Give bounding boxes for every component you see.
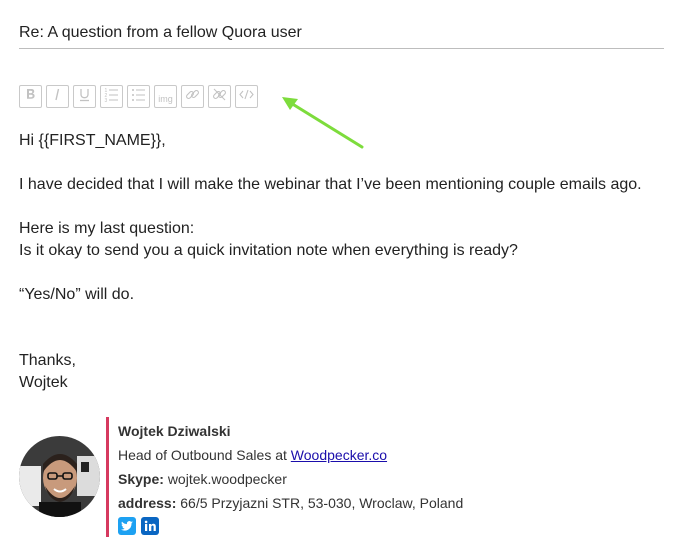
unordered-list-button[interactable] — [127, 85, 150, 108]
ordered-list-icon: 123 — [103, 86, 120, 108]
underline-button[interactable] — [73, 85, 96, 108]
linkedin-icon[interactable] — [141, 517, 159, 535]
closing: Thanks, — [19, 352, 76, 369]
bold-icon — [22, 86, 39, 108]
unlink-icon — [211, 86, 228, 108]
source-code-button[interactable] — [235, 85, 258, 108]
paragraph-3: “Yes/No” will do. — [19, 286, 135, 303]
unordered-list-icon — [130, 86, 147, 108]
greeting: Hi {{FIRST_NAME}}, — [19, 132, 166, 149]
link-icon — [184, 86, 201, 108]
italic-icon — [49, 86, 66, 108]
unlink-button[interactable] — [208, 85, 231, 108]
svg-text:3: 3 — [105, 98, 108, 103]
bold-button[interactable] — [19, 85, 42, 108]
sender-name: Wojtek — [19, 374, 68, 391]
underline-icon — [76, 86, 93, 108]
twitter-icon[interactable] — [118, 517, 136, 535]
signature-skype: Skype: wojtek.woodpecker — [118, 471, 287, 487]
avatar — [19, 436, 100, 517]
email-body[interactable]: Hi {{FIRST_NAME}}, I have decided that I… — [19, 130, 669, 394]
company-link[interactable]: Woodpecker.co — [291, 447, 387, 463]
paragraph-2-line-2: Is it okay to send you a quick invitatio… — [19, 242, 518, 259]
italic-button[interactable] — [46, 85, 69, 108]
paragraph-2-line-1: Here is my last question: — [19, 220, 195, 237]
editor-toolbar: 123 img — [19, 85, 258, 108]
signature-accent-bar — [106, 417, 109, 537]
signature-title: Head of Outbound Sales at Woodpecker.co — [118, 447, 388, 463]
image-button[interactable]: img — [154, 85, 177, 108]
social-links — [118, 517, 463, 535]
subject-field[interactable]: Re: A question from a fellow Quora user — [19, 22, 664, 49]
ordered-list-button[interactable]: 123 — [100, 85, 123, 108]
image-icon: img — [158, 93, 173, 104]
email-signature: Wojtek Dziwalski Head of Outbound Sales … — [118, 419, 463, 535]
code-icon — [238, 86, 255, 108]
link-button[interactable] — [181, 85, 204, 108]
paragraph-1: I have decided that I will make the webi… — [19, 176, 642, 193]
signature-name: Wojtek Dziwalski — [118, 423, 231, 439]
signature-address: address: 66/5 Przyjazni STR, 53-030, Wro… — [118, 495, 464, 511]
